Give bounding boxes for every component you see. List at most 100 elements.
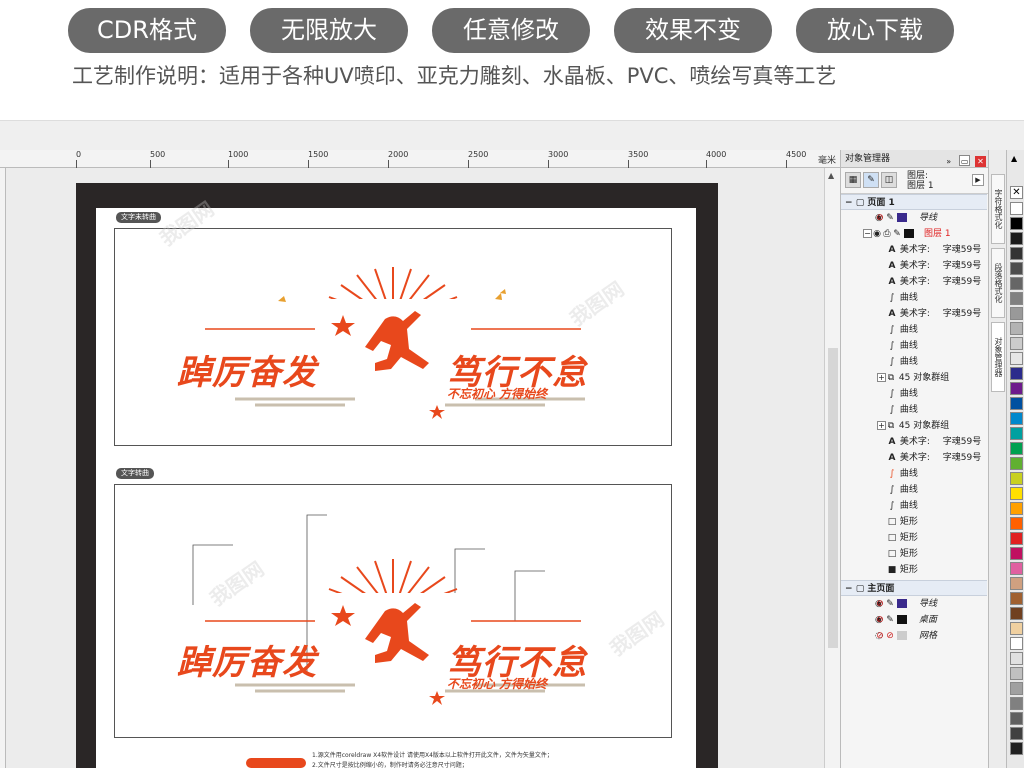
panel-restore-icon[interactable]: ▭	[959, 155, 971, 166]
color-swatch[interactable]	[1010, 262, 1023, 275]
visible-eye-icon[interactable]: ◉	[841, 612, 883, 628]
color-swatch[interactable]	[1010, 742, 1023, 755]
color-swatch[interactable]	[1010, 712, 1023, 725]
tree-layer-1[interactable]: − ◉ ⎙ ✎ 图层 1	[841, 226, 987, 242]
collapse-icon[interactable]: −	[863, 229, 872, 238]
edit-across-layers-icon[interactable]: ✎	[863, 172, 879, 188]
color-swatch[interactable]	[1010, 307, 1023, 320]
tree-item-text[interactable]: A 美术字: 字魂59号	[841, 306, 987, 322]
color-swatch[interactable]	[1010, 322, 1023, 335]
color-swatch[interactable]	[1010, 697, 1023, 710]
panel-collapse-icon[interactable]: »	[943, 156, 954, 167]
color-swatch[interactable]	[1010, 352, 1023, 365]
color-swatch[interactable]	[1010, 532, 1023, 545]
tree-item-rect[interactable]: ■ 矩形	[841, 562, 987, 578]
horizontal-ruler[interactable]: 0 500 1000 1500 2000 2500 3000 3500 4000…	[0, 150, 840, 168]
layer-manager-icon[interactable]: ◫	[881, 172, 897, 188]
color-swatch[interactable]	[1010, 682, 1023, 695]
tree-item-curve[interactable]: ∫ 曲线	[841, 498, 987, 514]
color-swatch[interactable]	[1010, 622, 1023, 635]
color-swatch[interactable]	[1010, 487, 1023, 500]
color-swatch[interactable]	[1010, 667, 1023, 680]
scroll-up-icon[interactable]: ▲	[828, 171, 834, 180]
print-disabled-icon[interactable]: ⊘	[875, 612, 885, 628]
expand-icon[interactable]: +	[877, 421, 886, 430]
artwork-top[interactable]: 踔厉奋发 笃行不怠 不忘初心 方得始终	[114, 228, 672, 446]
tree-item-text[interactable]: A 美术字: 字魂59号	[841, 242, 987, 258]
color-swatch[interactable]	[1010, 562, 1023, 575]
tab-object-manager[interactable]: 对象管理器	[991, 322, 1005, 392]
color-swatch[interactable]	[1010, 367, 1023, 380]
color-swatch[interactable]	[1010, 442, 1023, 455]
tree-master-grid[interactable]: ◌⊘ ⊘ 网格	[841, 628, 987, 644]
color-swatch[interactable]	[1010, 397, 1023, 410]
visible-eye-icon[interactable]: ◉	[841, 596, 883, 612]
color-swatch[interactable]	[1010, 247, 1023, 260]
color-swatch[interactable]	[1010, 577, 1023, 590]
tab-paragraph-formatting[interactable]: 段落格式化	[991, 248, 1005, 318]
edit-pencil-icon[interactable]: ✎	[885, 596, 895, 612]
tree-layer-guides[interactable]: ◉⊘ ✎ 导线	[841, 210, 987, 226]
palette-up-arrow-icon[interactable]: ▲	[1011, 154, 1017, 163]
color-swatch[interactable]	[1010, 202, 1023, 215]
color-swatch[interactable]	[1010, 727, 1023, 740]
scrollbar-thumb[interactable]	[828, 348, 838, 648]
panel-close-icon[interactable]: ✕	[975, 156, 986, 167]
drawing-canvas[interactable]: 文字未转曲 踔厉奋发 笃行不怠 不忘初心 方得始终 文字转曲 踔厉奋发 笃行不怠…	[6, 168, 824, 768]
visible-eye-icon[interactable]: ◉	[872, 226, 882, 242]
color-swatch[interactable]	[1010, 517, 1023, 530]
collapse-icon[interactable]: −	[845, 584, 853, 594]
print-disabled-icon[interactable]: ⊘	[875, 596, 885, 612]
layer-menu-arrow-icon[interactable]: ▶	[972, 174, 984, 186]
color-swatch[interactable]	[1010, 337, 1023, 350]
tree-master-guides[interactable]: ◉⊘ ✎ 导线	[841, 596, 987, 612]
color-swatch[interactable]	[1010, 382, 1023, 395]
color-swatch[interactable]	[1010, 427, 1023, 440]
color-swatch[interactable]	[1010, 217, 1023, 230]
visible-eye-icon[interactable]: ◉	[841, 210, 883, 226]
edit-pencil-icon[interactable]: ✎	[885, 612, 895, 628]
tree-master-page[interactable]: − ▢ 主页面	[841, 580, 987, 596]
tree-page-1[interactable]: − ▢ 页面 1	[841, 194, 987, 210]
tree-item-text[interactable]: A 美术字: 字魂59号	[841, 258, 987, 274]
tree-item-curve[interactable]: ∫ 曲线	[841, 338, 987, 354]
tree-item-group[interactable]: + ⧉ 45 对象群组	[841, 418, 987, 434]
tree-master-desktop[interactable]: ◉⊘ ✎ 桌面	[841, 612, 987, 628]
color-swatch[interactable]	[1010, 592, 1023, 605]
tree-item-curve[interactable]: ∫ 曲线	[841, 322, 987, 338]
color-swatch[interactable]	[1010, 547, 1023, 560]
color-swatch[interactable]	[1010, 637, 1023, 650]
vertical-scrollbar[interactable]: ▲	[824, 168, 840, 768]
tab-character-formatting[interactable]: 字符格式化	[991, 174, 1005, 244]
color-swatch[interactable]	[1010, 502, 1023, 515]
edit-pencil-icon[interactable]: ✎	[885, 210, 895, 226]
color-swatch[interactable]	[1010, 457, 1023, 470]
color-swatch[interactable]	[1010, 292, 1023, 305]
tree-item-group[interactable]: + ⧉ 45 对象群组	[841, 370, 987, 386]
hidden-eye-icon[interactable]: ◌	[841, 628, 883, 644]
edit-disabled-icon[interactable]: ⊘	[885, 628, 895, 644]
tree-item-rect[interactable]: □ 矩形	[841, 546, 987, 562]
tree-item-curve[interactable]: ∫ 曲线	[841, 354, 987, 370]
tree-item-curve[interactable]: ∫ 曲线	[841, 386, 987, 402]
expand-icon[interactable]: +	[877, 373, 886, 382]
print-icon[interactable]: ⎙	[882, 226, 892, 242]
tree-item-text[interactable]: A 美术字: 字魂59号	[841, 274, 987, 290]
print-disabled-icon[interactable]: ⊘	[875, 210, 885, 226]
artwork-bottom[interactable]: 踔厉奋发 笃行不怠 不忘初心 方得始终	[114, 484, 672, 738]
tree-item-rect[interactable]: □ 矩形	[841, 514, 987, 530]
edit-pencil-icon[interactable]: ✎	[892, 226, 902, 242]
color-swatch[interactable]	[1010, 652, 1023, 665]
tree-item-text[interactable]: A 美术字: 字魂59号	[841, 434, 987, 450]
tree-item-curve[interactable]: ∫ 曲线	[841, 482, 987, 498]
show-properties-icon[interactable]: ▦	[845, 172, 861, 188]
color-swatch[interactable]	[1010, 472, 1023, 485]
tree-item-rect[interactable]: □ 矩形	[841, 530, 987, 546]
no-color-swatch[interactable]: ✕	[1010, 186, 1023, 199]
tree-item-curve[interactable]: ∫ 曲线	[841, 402, 987, 418]
color-swatch[interactable]	[1010, 412, 1023, 425]
color-swatch[interactable]	[1010, 607, 1023, 620]
color-swatch[interactable]	[1010, 232, 1023, 245]
tree-item-text[interactable]: A 美术字: 字魂59号	[841, 450, 987, 466]
tree-item-curve[interactable]: ∫ 曲线	[841, 466, 987, 482]
